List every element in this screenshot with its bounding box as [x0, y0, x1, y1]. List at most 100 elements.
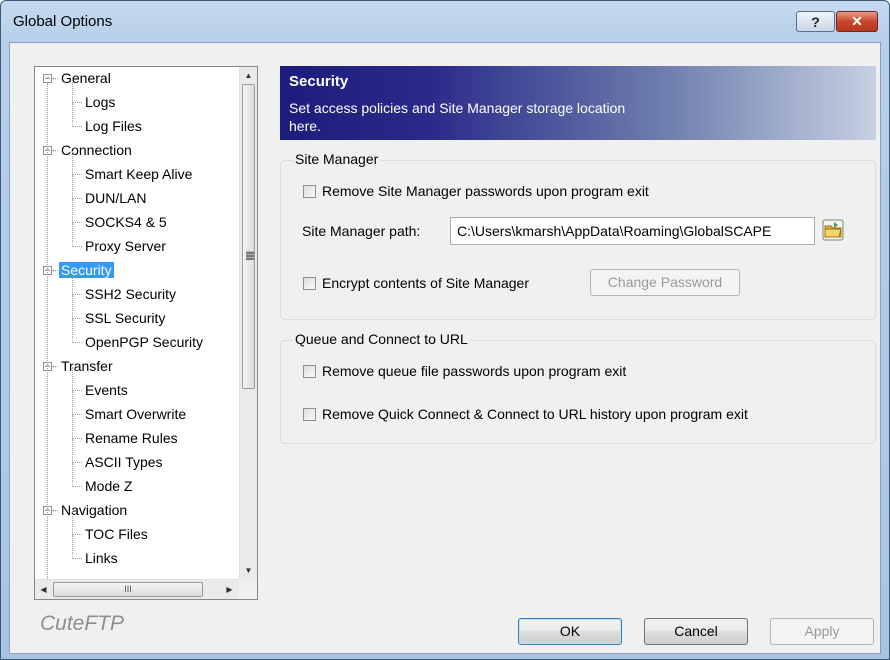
help-icon: ? — [811, 13, 820, 30]
tree-item-mode-z[interactable]: Mode Z — [83, 475, 134, 497]
tree-connector — [72, 295, 73, 319]
tree-connector — [72, 463, 73, 487]
tree-connector — [72, 558, 82, 559]
tree-connector — [72, 534, 82, 535]
tree-connector — [52, 150, 58, 151]
tree-connector — [72, 294, 82, 295]
tree-item-label: DUN/LAN — [85, 190, 147, 206]
tree-connector — [72, 438, 82, 439]
change-password-button[interactable]: Change Password — [590, 269, 740, 296]
encrypt-site-manager-checkbox[interactable] — [303, 276, 316, 290]
encrypt-site-manager-option[interactable]: Encrypt contents of Site Manager — [303, 275, 529, 291]
tree-item-logs[interactable]: Logs — [83, 91, 117, 113]
tree-item-label: Smart Overwrite — [85, 406, 187, 422]
remove-url-history-label: Remove Quick Connect & Connect to URL hi… — [322, 406, 748, 422]
tree-item-rename-rules[interactable]: Rename Rules — [83, 427, 180, 449]
tree-connector — [72, 223, 73, 247]
tree-item-dun-lan[interactable]: DUN/LAN — [83, 187, 148, 209]
site-manager-path-input[interactable]: C:\Users\kmarsh\AppData\Roaming\GlobalSC… — [450, 217, 815, 245]
tree-connector — [72, 486, 82, 487]
tree-item-label: OpenPGP Security — [85, 334, 204, 350]
help-button[interactable]: ? — [796, 11, 835, 32]
window-title: Global Options — [13, 13, 113, 30]
tree-connector — [72, 222, 82, 223]
section-header: Security Set access policies and Site Ma… — [280, 66, 876, 140]
tree-item-label: Log Files — [85, 118, 142, 134]
tree-connector — [72, 175, 73, 199]
options-tree[interactable]: General − Logs Log Files Connection − Smart Ke… — [34, 66, 258, 600]
queue-connect-group: Queue and Connect to URL — [280, 331, 876, 444]
title-bar[interactable]: Global Options ? ✕ — [1, 1, 889, 41]
tree-item-label: Logs — [85, 94, 116, 110]
tree-connector — [72, 199, 73, 223]
tree-horizontal-scroll-thumb[interactable]: III — [53, 582, 203, 597]
tree-connector — [72, 319, 73, 343]
tree-connector — [52, 366, 58, 367]
scroll-up-arrow-icon[interactable]: ▲ — [240, 67, 257, 84]
remove-url-history-checkbox[interactable] — [303, 407, 316, 421]
tree-item-smart-overwrite[interactable]: Smart Overwrite — [83, 403, 188, 425]
encrypt-site-manager-label: Encrypt contents of Site Manager — [322, 275, 529, 291]
tree-item-label: Connection — [61, 142, 132, 158]
section-description: Set access policies and Site Manager sto… — [289, 100, 626, 134]
tree-item-events[interactable]: Events — [83, 379, 130, 401]
tree-item-navigation[interactable]: Navigation — [59, 499, 129, 521]
tree-connector — [72, 439, 73, 463]
tree-item-ascii-types[interactable]: ASCII Types — [83, 451, 165, 473]
remove-queue-passwords-option[interactable]: Remove queue file passwords upon program… — [303, 363, 626, 379]
scroll-down-arrow-icon[interactable]: ▼ — [240, 562, 257, 579]
close-icon: ✕ — [851, 13, 863, 29]
tree-item-openpgp-security[interactable]: OpenPGP Security — [83, 331, 205, 353]
tree-item-security[interactable]: Security — [59, 259, 114, 281]
remove-url-history-option[interactable]: Remove Quick Connect & Connect to URL hi… — [303, 406, 748, 422]
remove-site-manager-passwords-checkbox[interactable] — [303, 184, 316, 198]
tree-item-socks4-5[interactable]: SOCKS4 & 5 — [83, 211, 169, 233]
tree-connector — [72, 126, 82, 127]
tree-item-ssh2-security[interactable]: SSH2 Security — [83, 283, 178, 305]
close-button[interactable]: ✕ — [836, 11, 878, 32]
tree-item-links[interactable]: Links — [83, 547, 120, 569]
tree-connector — [72, 79, 73, 103]
tree-item-ssl-security[interactable]: SSL Security — [83, 307, 167, 329]
tree-connector — [72, 367, 73, 391]
tree-item-connection[interactable]: Connection — [59, 139, 134, 161]
tree-item-label: Events — [85, 382, 128, 398]
tree-connector — [72, 390, 82, 391]
remove-site-manager-passwords-label: Remove Site Manager passwords upon progr… — [322, 183, 649, 199]
apply-button[interactable]: Apply — [770, 618, 874, 645]
tree-connector — [72, 246, 82, 247]
tree-vertical-scroll-thumb[interactable]: ▬ ▬ ▬ — [242, 84, 255, 389]
queue-connect-group-label: Queue and Connect to URL — [293, 331, 470, 347]
tree-item-smart-keep-alive[interactable]: Smart Keep Alive — [83, 163, 194, 185]
tree-item-toc-files[interactable]: TOC Files — [83, 523, 150, 545]
remove-site-manager-passwords-option[interactable]: Remove Site Manager passwords upon progr… — [303, 183, 649, 199]
tree-connector — [72, 102, 82, 103]
site-manager-group-label: Site Manager — [293, 151, 381, 167]
tree-connector — [72, 174, 82, 175]
tree-item-log-files[interactable]: Log Files — [83, 115, 144, 137]
tree-connector — [52, 270, 58, 271]
scroll-right-arrow-icon[interactable]: ▶ — [221, 580, 238, 599]
collapse-icon[interactable]: − — [43, 74, 52, 83]
tree-item-proxy-server[interactable]: Proxy Server — [83, 235, 168, 257]
cancel-button[interactable]: Cancel — [644, 618, 748, 645]
tree-item-transfer[interactable]: Transfer — [59, 355, 115, 377]
tree-item-general[interactable]: General — [59, 67, 113, 89]
tree-connector — [72, 462, 82, 463]
brand-logo: CuteFTP — [40, 612, 125, 635]
ok-button[interactable]: OK — [518, 618, 622, 645]
global-options-window: Global Options ? ✕ General − Logs Log Files… — [0, 0, 890, 660]
tree-vertical-scrollbar[interactable]: ▲ ▬ ▬ ▬ ▼ — [239, 67, 257, 579]
tree-horizontal-scrollbar[interactable]: ◀ III ▶ — [35, 579, 239, 599]
tree-connector — [72, 271, 73, 295]
scrollbar-corner — [239, 579, 257, 599]
scroll-left-arrow-icon[interactable]: ◀ — [35, 580, 52, 599]
tree-connector — [52, 510, 58, 511]
tree-item-label: Proxy Server — [85, 238, 166, 254]
tree-connector — [47, 83, 48, 587]
tree-item-label: Rename Rules — [85, 430, 178, 446]
remove-queue-passwords-checkbox[interactable] — [303, 364, 316, 378]
tree-item-label: Navigation — [61, 502, 128, 518]
folder-icon[interactable] — [822, 219, 844, 241]
tree-connector — [72, 511, 73, 535]
